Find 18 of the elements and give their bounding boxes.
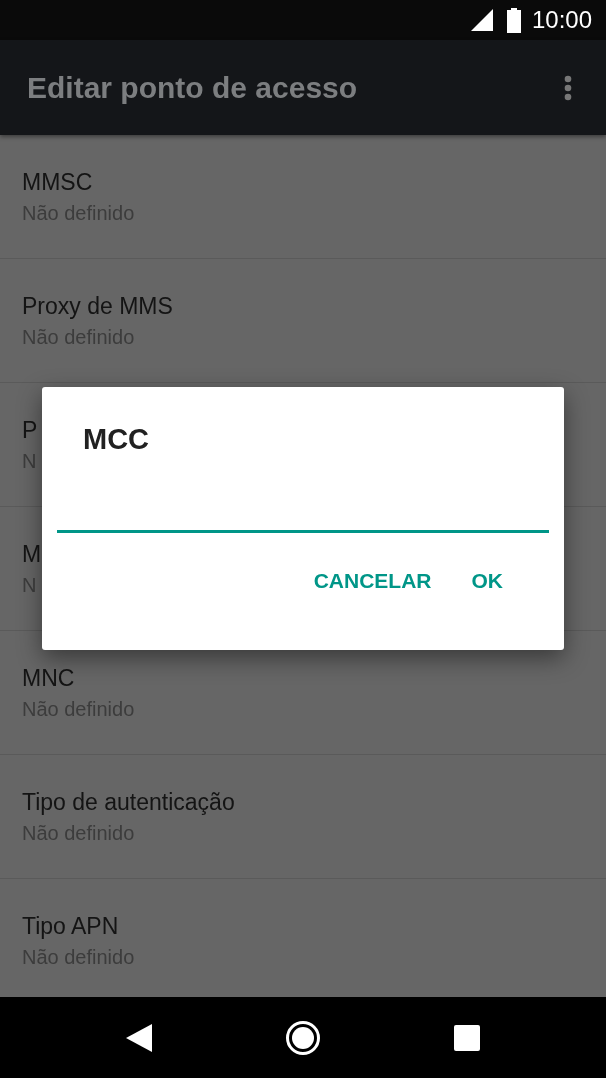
- setting-title: Tipo APN: [22, 912, 119, 940]
- clock: 10:00: [531, 6, 592, 34]
- setting-title: M: [22, 540, 42, 568]
- more-options-icon[interactable]: [564, 74, 572, 101]
- dialog-button[interactable]: CANCELAR: [297, 561, 448, 601]
- setting-title: MNC: [22, 664, 75, 692]
- dialog-title: MCC: [83, 423, 150, 456]
- setting-title: MMSC: [22, 168, 93, 196]
- battery-icon: [505, 7, 522, 33]
- recents-icon[interactable]: [453, 1024, 480, 1051]
- app-bar-title: Editar ponto de acesso: [27, 70, 358, 105]
- dialog-button[interactable]: OK: [455, 561, 519, 601]
- setting-title: Tipo de autenticação: [22, 788, 235, 816]
- signal-icon: [469, 8, 494, 32]
- home-icon[interactable]: [285, 1019, 321, 1056]
- setting-title: Proxy de MMS: [22, 292, 173, 320]
- back-icon[interactable]: [126, 1023, 153, 1052]
- setting-title: P: [22, 416, 38, 444]
